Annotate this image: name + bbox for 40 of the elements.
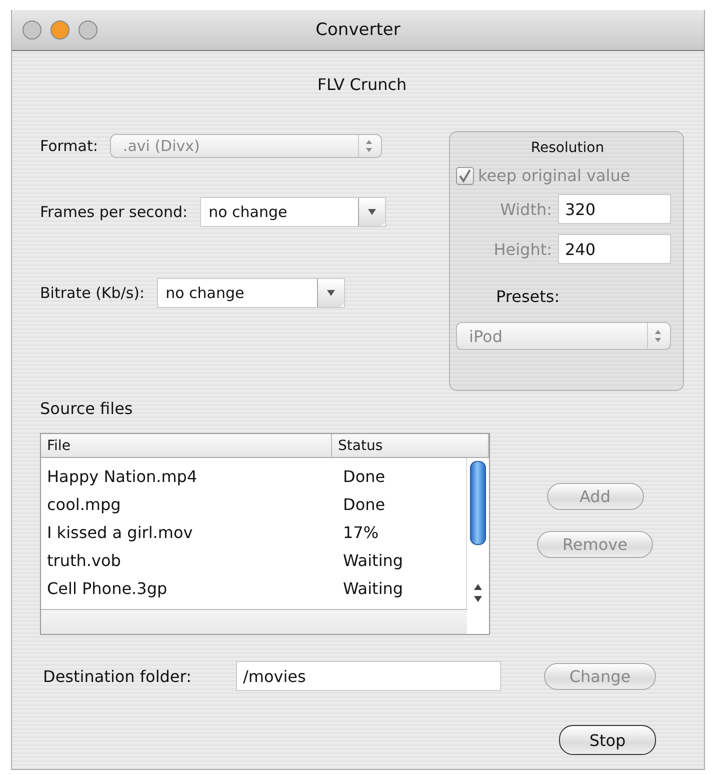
up-down-arrows-icon bbox=[364, 139, 373, 153]
field-label: Height: bbox=[494, 240, 552, 258]
down-arrow-icon bbox=[326, 289, 336, 297]
scroll-down-icon[interactable] bbox=[473, 595, 483, 603]
field-label: Destination folder: bbox=[42, 666, 192, 686]
table-cell-text: I kissed a girl.mov bbox=[46, 522, 194, 542]
field-label: Format: bbox=[40, 137, 98, 155]
checkbox-label: keep original value bbox=[478, 166, 630, 185]
up-down-arrows-icon bbox=[654, 329, 662, 343]
table-cell-text: truth.vob bbox=[46, 550, 122, 570]
table-cell-text: cool.mpg bbox=[46, 494, 122, 514]
table-cell-text: Done bbox=[342, 466, 386, 486]
field-label: Width: bbox=[500, 200, 552, 218]
down-arrow-icon bbox=[366, 208, 377, 216]
combo-box[interactable]: no change bbox=[200, 197, 386, 227]
section-label: Source files bbox=[40, 399, 133, 418]
field-label: Frames per second: bbox=[40, 203, 188, 221]
app-heading: FLV Crunch bbox=[317, 75, 407, 94]
table-cell-text: Cell Phone.3gp bbox=[46, 578, 168, 598]
scroll-up-icon[interactable] bbox=[473, 583, 483, 591]
input-field[interactable]: /movies bbox=[236, 661, 501, 691]
column-header[interactable]: File bbox=[41, 434, 332, 457]
window-control-icon[interactable] bbox=[22, 20, 42, 40]
scrollbar-thumb[interactable] bbox=[470, 461, 486, 545]
table-cell-text: Done bbox=[342, 494, 386, 514]
combo-box[interactable]: no change bbox=[156, 278, 345, 308]
checkmark-icon bbox=[458, 168, 472, 182]
window-title: Converter bbox=[316, 20, 400, 40]
table-cell-text: Waiting bbox=[342, 578, 404, 598]
stop-button[interactable]: Stop bbox=[559, 725, 656, 755]
table-cell-text: Waiting bbox=[342, 550, 404, 570]
window-control-icon[interactable] bbox=[78, 20, 98, 40]
column-header[interactable]: Status bbox=[332, 434, 489, 457]
table-cell-text: 17% bbox=[342, 522, 380, 542]
field-label: Bitrate (Kb/s): bbox=[40, 284, 145, 302]
window-control-icon[interactable] bbox=[50, 20, 70, 40]
group-title: Resolution bbox=[530, 140, 604, 156]
table-cell-text: Happy Nation.mp4 bbox=[46, 466, 198, 486]
horizontal-scrollbar[interactable] bbox=[41, 609, 467, 634]
presets-label: Presets: bbox=[496, 287, 560, 306]
